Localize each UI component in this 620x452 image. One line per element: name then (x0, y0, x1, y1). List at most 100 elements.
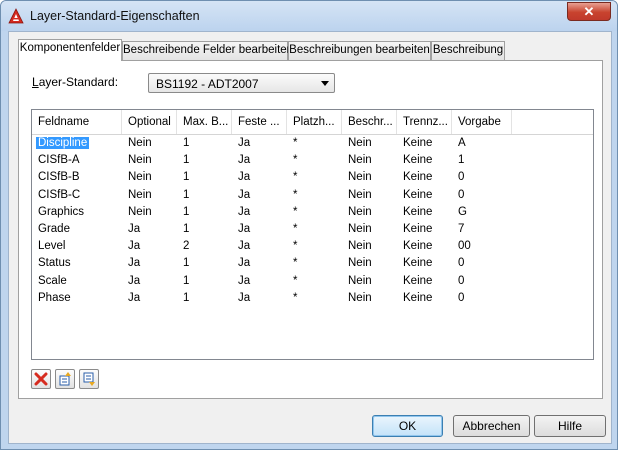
tab-panel: Layer-Standard: BS1192 - ADT2007 Feldnam… (18, 60, 603, 399)
column-header[interactable]: Beschr... (342, 110, 397, 134)
table-cell: Status (38, 257, 71, 270)
table-cell: * (293, 171, 298, 184)
table-cell: 1 (183, 223, 190, 235)
table-cell: Keine (403, 137, 433, 149)
table-cell: A (458, 137, 466, 149)
table-cell: Nein (348, 223, 372, 235)
table-cell: 0 (458, 188, 465, 201)
table-cell: Nein (128, 137, 152, 149)
table-row[interactable]: Scale Ja 1 Ja * Nein Keine 0 (32, 273, 593, 290)
table-cell: * (293, 274, 298, 287)
table-cell: CISfB-C (38, 188, 81, 201)
table-cell: Nein (348, 154, 372, 167)
table-cell: Keine (403, 171, 433, 184)
column-header[interactable]: Optional (122, 110, 177, 134)
dialog-body: Komponentenfelder Beschreibende Felder b… (8, 31, 612, 444)
dialog-window: Layer-Standard-Eigenschaften ✕ Komponent… (0, 0, 618, 450)
close-button[interactable]: ✕ (567, 2, 611, 21)
table-cell: 7 (458, 223, 465, 235)
table-cell: Nein (348, 171, 372, 184)
table-row[interactable]: Level Ja 2 Ja * Nein Keine 00 (32, 238, 593, 255)
table-row[interactable]: CISfB-C Nein 1 Ja * Nein Keine 0 (32, 187, 593, 204)
table-cell: Ja (238, 240, 251, 253)
table-cell: Nein (128, 188, 152, 201)
delete-button[interactable] (31, 369, 51, 389)
tab-beschreibungen-bearbeiten[interactable]: Beschreibungen bearbeiten (288, 41, 431, 60)
table-cell: 1 (183, 137, 190, 149)
table-header: Feldname Optional Max. B... Feste ... Platzh… (32, 110, 593, 135)
column-header[interactable]: Vorgabe (452, 110, 512, 134)
table-cell: * (293, 154, 298, 167)
table-row[interactable]: Discipline Nein 1 Ja * Nein Keine A (32, 135, 593, 152)
column-header[interactable]: Trennz... (397, 110, 452, 134)
table-cell: Ja (238, 137, 251, 149)
table-cell: * (293, 291, 298, 304)
cancel-button[interactable]: Abbrechen (453, 415, 530, 437)
table-cell: Graphics (38, 205, 85, 218)
move-down-icon (83, 372, 95, 386)
table-cell: Ja (238, 291, 251, 304)
table-cell: Scale (38, 274, 67, 287)
table-row[interactable]: CISfB-A Nein 1 Ja * Nein Keine 1 (32, 152, 593, 169)
table-cell: * (293, 257, 298, 270)
table-cell: G (458, 205, 467, 218)
table-row[interactable]: Status Ja 1 Ja * Nein Keine 0 (32, 255, 593, 272)
delete-icon (34, 372, 48, 386)
table-row[interactable]: Phase Ja 1 Ja * Nein Keine 0 (32, 290, 593, 307)
table-cell: 0 (458, 171, 465, 184)
table-cell: 1 (183, 274, 190, 287)
table-cell: * (293, 188, 298, 201)
table-cell: Keine (403, 257, 433, 270)
table-cell: Ja (128, 257, 141, 270)
table-cell: Ja (128, 291, 141, 304)
move-up-button[interactable] (55, 369, 75, 389)
help-button[interactable]: Hilfe (534, 415, 606, 437)
column-header[interactable]: Feste ... (232, 110, 287, 134)
table-cell: 1 (183, 257, 190, 270)
table-cell: Discipline (36, 137, 90, 149)
table-cell: * (293, 137, 298, 149)
table-cell: * (293, 223, 298, 235)
table-cell: 0 (458, 274, 465, 287)
table-cell: Nein (128, 154, 152, 167)
table-cell: 1 (183, 188, 190, 201)
table-cell: Nein (348, 240, 372, 253)
column-header[interactable]: Feldname (32, 110, 122, 134)
table-cell: Nein (128, 205, 152, 218)
table-cell: Ja (128, 274, 141, 287)
layer-standard-label: Layer-Standard: (32, 75, 119, 89)
table-cell: Nein (348, 257, 372, 270)
layer-standard-select[interactable]: BS1192 - ADT2007 (148, 73, 335, 93)
move-up-icon (59, 372, 71, 386)
table-row[interactable]: Grade Ja 1 Ja * Nein Keine 7 (32, 221, 593, 238)
table-cell: 0 (458, 257, 465, 270)
column-header[interactable]: Max. B... (177, 110, 232, 134)
tab-beschreibende-felder[interactable]: Beschreibende Felder bearbeiten (122, 41, 293, 60)
title-bar[interactable]: Layer-Standard-Eigenschaften ✕ (1, 1, 617, 31)
table-row[interactable]: CISfB-B Nein 1 Ja * Nein Keine 0 (32, 169, 593, 186)
table-row[interactable]: Graphics Nein 1 Ja * Nein Keine G (32, 204, 593, 221)
table-cell: Nein (348, 291, 372, 304)
table-cell: Nein (348, 188, 372, 201)
table-cell: 00 (458, 240, 471, 253)
move-down-button[interactable] (79, 369, 99, 389)
table-cell: Keine (403, 205, 433, 218)
table-cell: Ja (128, 240, 141, 253)
table-cell: Phase (38, 291, 71, 304)
table-cell: 1 (183, 171, 190, 184)
table-cell: Ja (128, 223, 141, 235)
table-cell: 1 (183, 205, 190, 218)
table-cell: * (293, 205, 298, 218)
table-cell: Ja (238, 154, 251, 167)
table-cell: CISfB-B (38, 171, 80, 184)
table-cell: Keine (403, 188, 433, 201)
tab-beschreibung[interactable]: Beschreibung (431, 41, 505, 60)
table-cell: Keine (403, 223, 433, 235)
column-header[interactable]: Platzh... (287, 110, 342, 134)
layer-standard-value: BS1192 - ADT2007 (156, 77, 259, 91)
ok-button[interactable]: OK (372, 415, 443, 437)
table-cell: Ja (238, 274, 251, 287)
tab-komponentenfelder[interactable]: Komponentenfelder (18, 39, 122, 61)
fields-table[interactable]: Feldname Optional Max. B... Feste ... Platzh… (31, 109, 594, 360)
table-cell: Keine (403, 154, 433, 167)
